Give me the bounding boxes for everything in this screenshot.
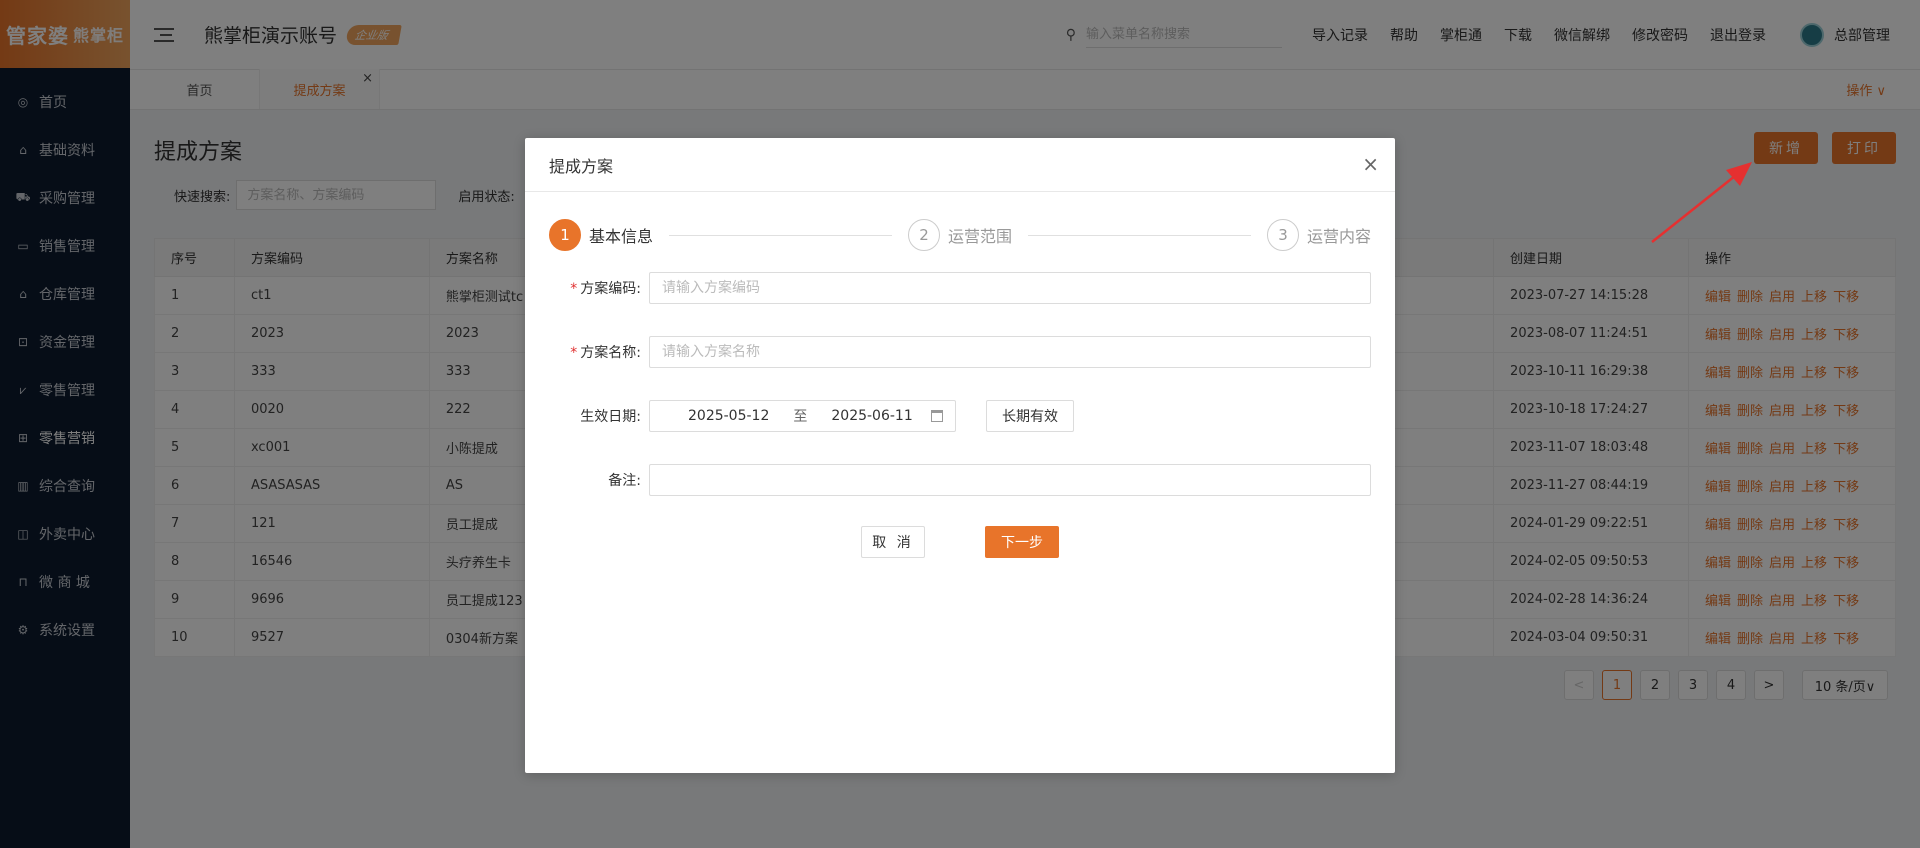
step-number: 2: [908, 219, 940, 251]
plan-code-label: * 方案编码:: [549, 278, 649, 298]
step-label: 运营内容: [1307, 227, 1372, 246]
plan-name-label: * 方案名称:: [549, 342, 649, 362]
calendar-icon: [931, 410, 943, 422]
date-start: 2025-05-12: [688, 408, 770, 424]
plan-code-input[interactable]: [649, 272, 1371, 304]
wizard-steps: 1 基本信息 2 运营范围 3 运营内容: [549, 218, 1371, 252]
remark-label: 备注:: [608, 473, 641, 489]
step-label: 基本信息: [589, 227, 654, 246]
dialog-title: 提成方案: [549, 156, 614, 176]
close-icon[interactable]: ×: [1362, 154, 1379, 174]
required-mark: *: [570, 345, 578, 361]
label-text: 方案编码:: [580, 281, 641, 297]
remark-input[interactable]: [649, 464, 1371, 496]
cancel-button[interactable]: 取 消: [861, 526, 925, 558]
form-row-remark: 备注:: [549, 464, 1371, 496]
dialog-header: 提成方案 ×: [525, 138, 1395, 192]
long-term-valid-button[interactable]: 长期有效: [986, 400, 1074, 432]
effective-date-label: 生效日期:: [580, 409, 641, 425]
form-row-code: * 方案编码:: [549, 272, 1371, 304]
form-row-name: * 方案名称:: [549, 336, 1371, 368]
plan-name-input[interactable]: [649, 336, 1371, 368]
step-label: 运营范围: [948, 227, 1013, 246]
required-mark: *: [570, 281, 578, 297]
form-row-date: 生效日期: 2025-05-12 至 2025-06-11 长期有效: [549, 400, 1371, 432]
effective-date-range-picker[interactable]: 2025-05-12 至 2025-06-11: [649, 400, 956, 432]
next-step-button[interactable]: 下一步: [985, 526, 1059, 558]
date-separator: 至: [793, 409, 808, 425]
commission-plan-dialog: 提成方案 × 1 基本信息 2 运营范围 3 运营内容 *方案编码: *方案名称…: [525, 138, 1395, 773]
label-text: 方案名称:: [580, 345, 641, 361]
step-basic-info: 1 基本信息: [549, 219, 653, 251]
step-connector: [1028, 234, 1251, 236]
step-scope: 2 运营范围: [908, 219, 1012, 251]
annotation-arrow-icon: [1651, 162, 1752, 243]
step-number: 3: [1267, 219, 1299, 251]
date-end: 2025-06-11: [831, 408, 913, 424]
step-content: 3 运营内容: [1267, 219, 1371, 251]
dialog-footer: 取 消 下一步: [525, 526, 1395, 558]
step-connector: [669, 234, 892, 236]
step-number: 1: [549, 219, 581, 251]
